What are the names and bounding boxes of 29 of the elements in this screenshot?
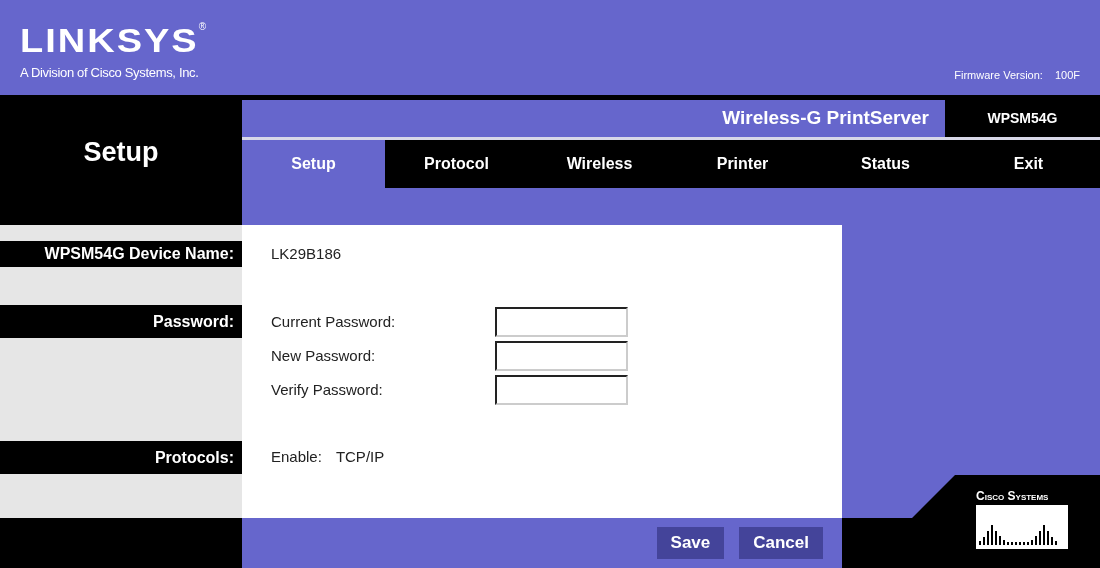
section-label: Protocols:	[0, 441, 242, 474]
nav-tab[interactable]: Printer	[671, 140, 814, 188]
protocol-value: TCP/IP	[335, 447, 385, 468]
enable-label: Enable:	[271, 447, 322, 468]
product-name: Wireless-G PrintServer	[722, 106, 929, 131]
nav-tab[interactable]: Exit	[957, 140, 1100, 188]
section-label: Password:	[0, 305, 242, 338]
section-title: Setup	[83, 136, 159, 169]
logo: LINKSYS	[20, 24, 199, 58]
password-field[interactable]	[495, 307, 628, 337]
nav-tab[interactable]: Wireless	[528, 140, 671, 188]
bridge-logo-icon	[976, 505, 1070, 549]
device-name-value: LK29B186	[271, 243, 342, 264]
registered-mark: ®	[198, 22, 207, 32]
tagline: A Division of Cisco Systems, Inc.	[20, 64, 200, 82]
brand-name: Cisco Systems	[976, 490, 1049, 502]
model-label: WPSM54G	[945, 100, 1100, 137]
field-label: Current Password:	[271, 311, 397, 332]
nav-tab[interactable]: Status	[814, 140, 957, 188]
field-label: New Password:	[271, 345, 377, 366]
nav-tab[interactable]: Protocol	[385, 140, 528, 188]
action-button[interactable]: Cancel	[739, 527, 823, 559]
section-label: WPSM54G Device Name:	[0, 241, 242, 267]
password-field[interactable]	[495, 341, 628, 371]
action-button[interactable]: Save	[656, 527, 725, 559]
field-label: Verify Password:	[271, 379, 384, 400]
firmware-version: 100F	[1054, 68, 1080, 83]
firmware-label: Firmware Version:	[954, 68, 1043, 83]
password-field[interactable]	[495, 375, 628, 405]
